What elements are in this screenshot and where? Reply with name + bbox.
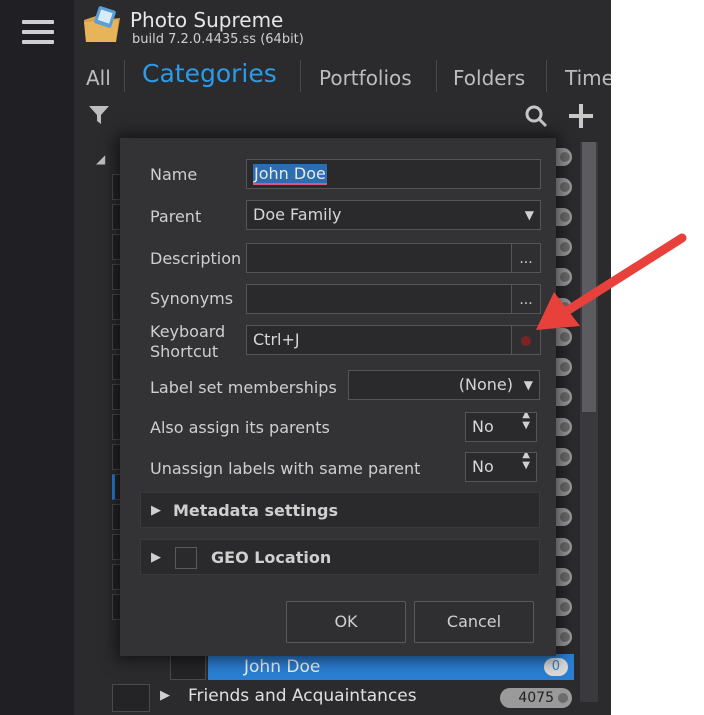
search-icon[interactable] bbox=[524, 104, 548, 128]
expand-icon: ▶ bbox=[151, 503, 161, 518]
filter-icon[interactable] bbox=[88, 104, 110, 126]
count-badge: 0 bbox=[543, 658, 568, 676]
unassign-same-parent-label: Unassign labels with same parent bbox=[150, 459, 421, 478]
geo-location-checkbox[interactable] bbox=[175, 547, 197, 569]
keyboard-shortcut-label-line1: Keyboard bbox=[150, 322, 226, 341]
geo-location-section[interactable]: ▶ GEO Location bbox=[140, 539, 540, 575]
spinner-arrows-icon[interactable]: ▲ ▼ bbox=[522, 453, 530, 471]
geo-location-label: GEO Location bbox=[211, 548, 332, 567]
tree-checkbox[interactable] bbox=[112, 684, 150, 712]
name-field[interactable]: John Doe bbox=[246, 159, 541, 189]
expand-icon: ▶ bbox=[151, 550, 161, 565]
keyboard-shortcut-label-line2: Shortcut bbox=[150, 342, 219, 361]
keyboard-shortcut-field[interactable]: Ctrl+J bbox=[246, 325, 512, 355]
tree-checkbox[interactable] bbox=[170, 654, 206, 680]
tree-expand-icon[interactable]: ▶ bbox=[160, 688, 170, 703]
assign-parents-label: Also assign its parents bbox=[150, 418, 330, 437]
synonyms-label: Synonyms bbox=[150, 289, 234, 308]
tree-item-label: John Doe bbox=[244, 657, 321, 677]
synonyms-field[interactable] bbox=[246, 284, 512, 314]
name-value: John Doe bbox=[253, 164, 327, 185]
tab-folders[interactable]: Folders bbox=[453, 66, 525, 90]
assign-parents-spinner[interactable]: No ▲ ▼ bbox=[465, 412, 537, 442]
label-set-memberships-label: Label set memberships bbox=[150, 378, 337, 397]
metadata-settings-section[interactable]: ▶ Metadata settings bbox=[140, 492, 540, 528]
hamburger-icon[interactable] bbox=[22, 20, 54, 46]
edit-category-dialog: Name John Doe Parent Doe Family ▼ Descri… bbox=[120, 138, 556, 656]
left-sidebar bbox=[0, 0, 74, 715]
name-label: Name bbox=[150, 165, 198, 184]
description-label: Description bbox=[150, 249, 242, 268]
chevron-down-icon: ▼ bbox=[523, 378, 533, 392]
description-field[interactable] bbox=[246, 243, 512, 273]
category-toolbar bbox=[74, 100, 611, 134]
tab-divider bbox=[124, 60, 125, 92]
ok-button[interactable]: OK bbox=[286, 601, 406, 643]
tab-time[interactable]: Time bbox=[565, 66, 611, 90]
tree-expand-icon[interactable]: ◢ bbox=[96, 152, 105, 166]
spinner-arrows-icon[interactable]: ▲ ▼ bbox=[522, 413, 530, 431]
assign-parents-value: No bbox=[472, 417, 494, 436]
app-title: Photo Supreme bbox=[130, 8, 284, 32]
tab-divider bbox=[546, 60, 547, 92]
photo-supreme-window: Photo Supreme build 7.2.0.4435.ss (64bit… bbox=[0, 0, 611, 715]
parent-value: Doe Family bbox=[253, 205, 342, 224]
tab-categories[interactable]: Categories bbox=[142, 59, 277, 88]
tab-divider bbox=[436, 60, 437, 92]
photo-supreme-logo bbox=[84, 6, 120, 42]
tab-portfolios[interactable]: Portfolios bbox=[319, 66, 412, 90]
app-build: build 7.2.0.4435.ss (64bit) bbox=[132, 32, 304, 47]
tab-bar: All Categories Portfolios Folders Time bbox=[74, 56, 611, 100]
annotation-arrow-icon bbox=[536, 233, 687, 330]
parent-label: Parent bbox=[150, 207, 202, 226]
count-badge: 4075 bbox=[500, 688, 572, 708]
tab-all[interactable]: All bbox=[86, 66, 111, 90]
plus-icon[interactable] bbox=[568, 103, 594, 129]
tree-item-label: Friends and Acquaintances bbox=[188, 686, 417, 706]
tree-row-john-doe[interactable]: John Doe 0 bbox=[208, 654, 574, 680]
unassign-same-parent-spinner[interactable]: No ▲ ▼ bbox=[465, 452, 537, 482]
count-badge-dot bbox=[558, 693, 568, 703]
count-badge-value: 4075 bbox=[518, 690, 554, 706]
label-set-value: (None) bbox=[458, 375, 513, 394]
label-set-select[interactable]: (None) ▼ bbox=[348, 370, 540, 400]
metadata-settings-label: Metadata settings bbox=[173, 501, 339, 520]
tab-divider bbox=[300, 60, 301, 92]
parent-select[interactable]: Doe Family ▼ bbox=[246, 200, 541, 230]
unassign-same-parent-value: No bbox=[472, 457, 494, 476]
cancel-button[interactable]: Cancel bbox=[414, 601, 534, 643]
